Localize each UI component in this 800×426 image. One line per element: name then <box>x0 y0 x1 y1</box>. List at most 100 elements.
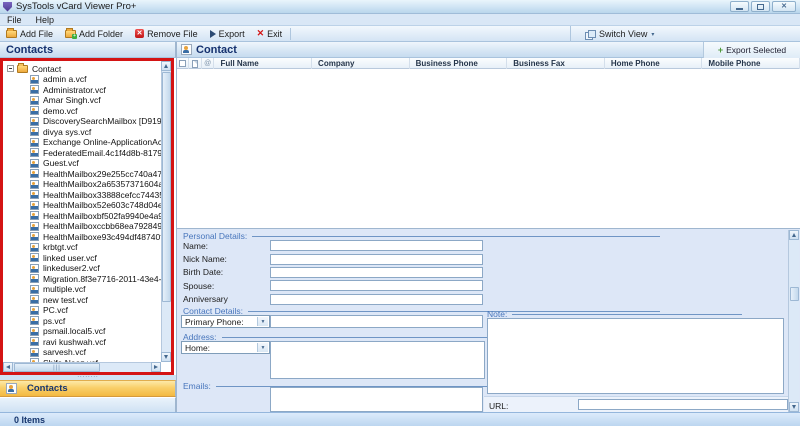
personal-field-row: Name: <box>183 239 660 252</box>
column-header-cell[interactable]: Company <box>312 58 410 69</box>
tree-item[interactable]: Migration.8f3e7716-2011-43e4-96b1-aba <box>3 274 161 285</box>
field-input[interactable] <box>270 293 483 305</box>
checkbox-icon <box>179 60 187 67</box>
menu-help[interactable]: Help <box>29 14 62 26</box>
column-header-cell[interactable]: Business Fax <box>507 58 605 69</box>
close-button[interactable]: ✕ <box>772 1 796 12</box>
select-all-column[interactable] <box>177 58 190 69</box>
horizontal-scroll-thumb[interactable]: ||| <box>14 363 100 372</box>
vertical-scroll-thumb[interactable] <box>789 287 799 301</box>
tree-item-label: ps.vcf <box>43 315 66 326</box>
vcard-icon <box>30 284 39 294</box>
scroll-down-button[interactable] <box>789 402 799 412</box>
scroll-left-button[interactable] <box>3 362 13 372</box>
scroll-down-button[interactable] <box>161 352 171 362</box>
tree-item[interactable]: linkeduser2.vcf <box>3 263 161 274</box>
phone-type-dropdown[interactable]: Primary Phone: ▼ <box>181 315 270 328</box>
add-folder-button[interactable]: + Add Folder <box>59 26 129 42</box>
switch-view-button[interactable]: Switch View ▾ <box>570 26 654 42</box>
column-header-cell[interactable]: Mobile Phone <box>702 58 800 69</box>
column-header-cell[interactable]: Home Phone <box>605 58 703 69</box>
tree-item[interactable]: PC.vcf <box>3 305 161 316</box>
tree-item[interactable]: HealthMailboxe93c494df48740f2a5caa949 <box>3 232 161 243</box>
field-input[interactable] <box>270 280 483 292</box>
tree-root-node[interactable]: Contact <box>3 62 171 74</box>
field-input[interactable] <box>270 240 483 252</box>
exit-label: Exit <box>267 28 283 39</box>
field-input[interactable] <box>270 253 483 265</box>
column-header-cell[interactable]: Full Name <box>214 58 313 69</box>
tree-item[interactable]: psmail.local5.vcf <box>3 326 161 337</box>
tree-item[interactable]: Administrator.vcf <box>3 85 161 96</box>
tree-item[interactable]: HealthMailbox33888cefcc74435d893c19d <box>3 190 161 201</box>
tree-vertical-scrollbar[interactable] <box>161 61 171 362</box>
tree-item[interactable]: multiple.vcf <box>3 284 161 295</box>
tree-item[interactable]: divya sys.vcf <box>3 127 161 138</box>
address-textarea[interactable] <box>270 341 485 379</box>
nav-contacts-button[interactable]: Contacts <box>0 380 176 397</box>
sidebar-header: Contacts <box>0 42 176 58</box>
tree-item[interactable]: HealthMailboxbf502fa9940e4a98aa0f3088 <box>3 211 161 222</box>
tree-item[interactable]: HealthMailbox52e603c748d04e46ba432e8 <box>3 200 161 211</box>
emails-textarea[interactable] <box>270 387 483 412</box>
minimize-button[interactable] <box>730 1 749 12</box>
url-row: URL: <box>484 396 788 413</box>
details-vertical-scrollbar[interactable] <box>788 230 799 412</box>
add-file-button[interactable]: Add File <box>0 26 59 42</box>
remove-file-button[interactable]: ✕ Remove File <box>129 26 204 42</box>
content-header: Contact + Export Selected <box>177 42 800 58</box>
item-type-column[interactable] <box>189 58 202 69</box>
column-header-label: Business Phone <box>415 59 478 68</box>
tree-item[interactable]: Guest.vcf <box>3 158 161 169</box>
add-folder-icon: + <box>65 27 78 39</box>
url-input[interactable] <box>578 399 788 410</box>
vcard-icon <box>30 190 39 200</box>
field-input[interactable] <box>270 266 483 278</box>
scroll-up-button[interactable] <box>161 61 171 71</box>
tree-item[interactable]: krbtgt.vcf <box>3 242 161 253</box>
vcard-icon <box>30 74 39 84</box>
vcard-icon <box>30 242 39 252</box>
contact-list-body[interactable] <box>177 69 800 228</box>
tree-item[interactable]: admin a.vcf <box>3 74 161 85</box>
vertical-scroll-thumb[interactable] <box>162 72 171 302</box>
tree-item[interactable]: HealthMailboxccbb68ea79284952a859ee2 <box>3 221 161 232</box>
tree-item-label: divya sys.vcf <box>43 126 92 137</box>
maximize-button[interactable] <box>751 1 770 12</box>
tree-horizontal-scrollbar[interactable]: ||| <box>3 362 161 372</box>
tree-item[interactable]: Exchange Online-ApplicationAccount.vc <box>3 137 161 148</box>
url-label: URL: <box>489 401 509 411</box>
tree-item[interactable]: linked user.vcf <box>3 253 161 264</box>
address-type-dropdown[interactable]: Home: ▼ <box>181 341 270 354</box>
tree-item[interactable]: sarvesh.vcf <box>3 347 161 358</box>
vcard-icon <box>30 116 39 126</box>
note-textarea[interactable] <box>487 318 784 394</box>
app-shield-icon <box>3 1 12 12</box>
tree-item[interactable]: HealthMailbox2a65357371604abea84a715 <box>3 179 161 190</box>
tree-item[interactable]: Amar Singh.vcf <box>3 95 161 106</box>
column-header-cell[interactable]: Business Phone <box>410 58 508 69</box>
tree-item[interactable]: ravi kushwah.vcf <box>3 337 161 348</box>
tree-item[interactable]: new test.vcf <box>3 295 161 306</box>
tree-item[interactable]: demo.vcf <box>3 106 161 117</box>
tree-item[interactable]: ps.vcf <box>3 316 161 327</box>
tree-item[interactable]: DiscoverySearchMailbox [D919BA05-46A <box>3 116 161 127</box>
export-selected-button[interactable]: + Export Selected <box>703 42 800 58</box>
item-count: 0 Items <box>14 414 46 425</box>
minimize-icon <box>736 7 743 10</box>
export-button[interactable]: Export <box>204 26 251 42</box>
tree-root-label: Contact <box>32 63 62 74</box>
tree-item[interactable]: HealthMailbox29e255cc740a47b0807c3eb <box>3 169 161 180</box>
vcard-icon <box>30 253 39 263</box>
field-label: Nick Name: <box>183 254 227 265</box>
menu-file[interactable]: File <box>0 14 29 26</box>
tree-item[interactable]: FederatedEmail.4c1f4d8b-8179-4148-93b <box>3 148 161 159</box>
attachment-column[interactable]: @ <box>202 58 215 69</box>
scroll-up-button[interactable] <box>789 230 799 240</box>
scroll-right-button[interactable] <box>151 362 161 372</box>
arrow-up-icon <box>164 64 168 68</box>
collapse-icon[interactable] <box>7 65 14 72</box>
exit-button[interactable]: ✕ Exit <box>251 26 289 42</box>
vcard-icon <box>30 137 39 147</box>
phone-input[interactable] <box>270 315 483 328</box>
